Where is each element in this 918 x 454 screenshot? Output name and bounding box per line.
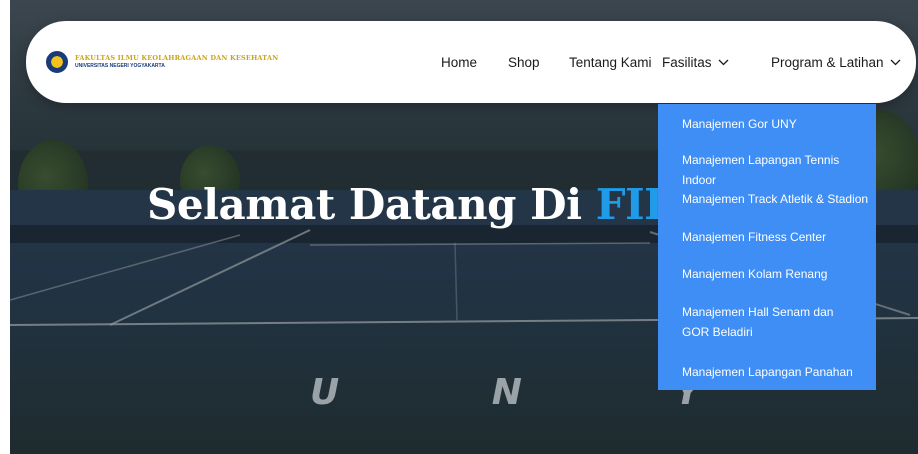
chevron-down-icon xyxy=(890,59,901,66)
fasilitas-dropdown-menu: Manajemen Gor UNY Manajemen Lapangan Ten… xyxy=(658,104,876,390)
university-seal-icon xyxy=(46,51,68,73)
nav-shop-label: Shop xyxy=(508,55,540,70)
nav-home-label: Home xyxy=(441,55,478,70)
nav-program-latihan[interactable]: Program & Latihan xyxy=(771,55,901,70)
dropdown-item-lapangan-panahan[interactable]: Manajemen Lapangan Panahan xyxy=(682,362,872,382)
dropdown-item-kolam-renang[interactable]: Manajemen Kolam Renang xyxy=(682,264,872,284)
dropdown-item-track-atletik[interactable]: Manajemen Track Atletik & Stadion xyxy=(682,189,872,209)
nav-fasilitas-label: Fasilitas xyxy=(662,55,712,70)
dropdown-item-hall-senam[interactable]: Manajemen Hall Senam dan GOR Beladiri xyxy=(682,302,857,342)
dropdown-item-gor-uny[interactable]: Manajemen Gor UNY xyxy=(682,114,872,134)
nav-fasilitas[interactable]: Fasilitas xyxy=(662,55,729,70)
site-header: FAKULTAS ILMU KEOLAHRAGAAN DAN KESEHATAN… xyxy=(26,21,916,103)
site-logo[interactable]: FAKULTAS ILMU KEOLAHRAGAAN DAN KESEHATAN… xyxy=(46,51,278,73)
nav-program-latihan-label: Program & Latihan xyxy=(771,55,884,70)
nav-tentang-kami[interactable]: Tentang Kami xyxy=(569,55,652,70)
dropdown-item-tennis-indoor[interactable]: Manajemen Lapangan Tennis Indoor xyxy=(682,150,872,190)
dropdown-item-fitness-center[interactable]: Manajemen Fitness Center xyxy=(682,227,872,247)
nav-shop[interactable]: Shop xyxy=(508,55,540,70)
nav-tentang-kami-label: Tentang Kami xyxy=(569,55,652,70)
hero-title-main: Selamat Datang Di xyxy=(147,180,596,229)
logo-university-name: UNIVERSITAS NEGERI YOGYAKARTA xyxy=(75,62,165,69)
logo-text: FAKULTAS ILMU KEOLAHRAGAAN DAN KESEHATAN… xyxy=(75,55,278,69)
logo-faculty-name: FAKULTAS ILMU KEOLAHRAGAAN DAN KESEHATAN xyxy=(75,54,279,63)
nav-home[interactable]: Home xyxy=(441,55,477,70)
chevron-down-icon xyxy=(718,59,729,66)
